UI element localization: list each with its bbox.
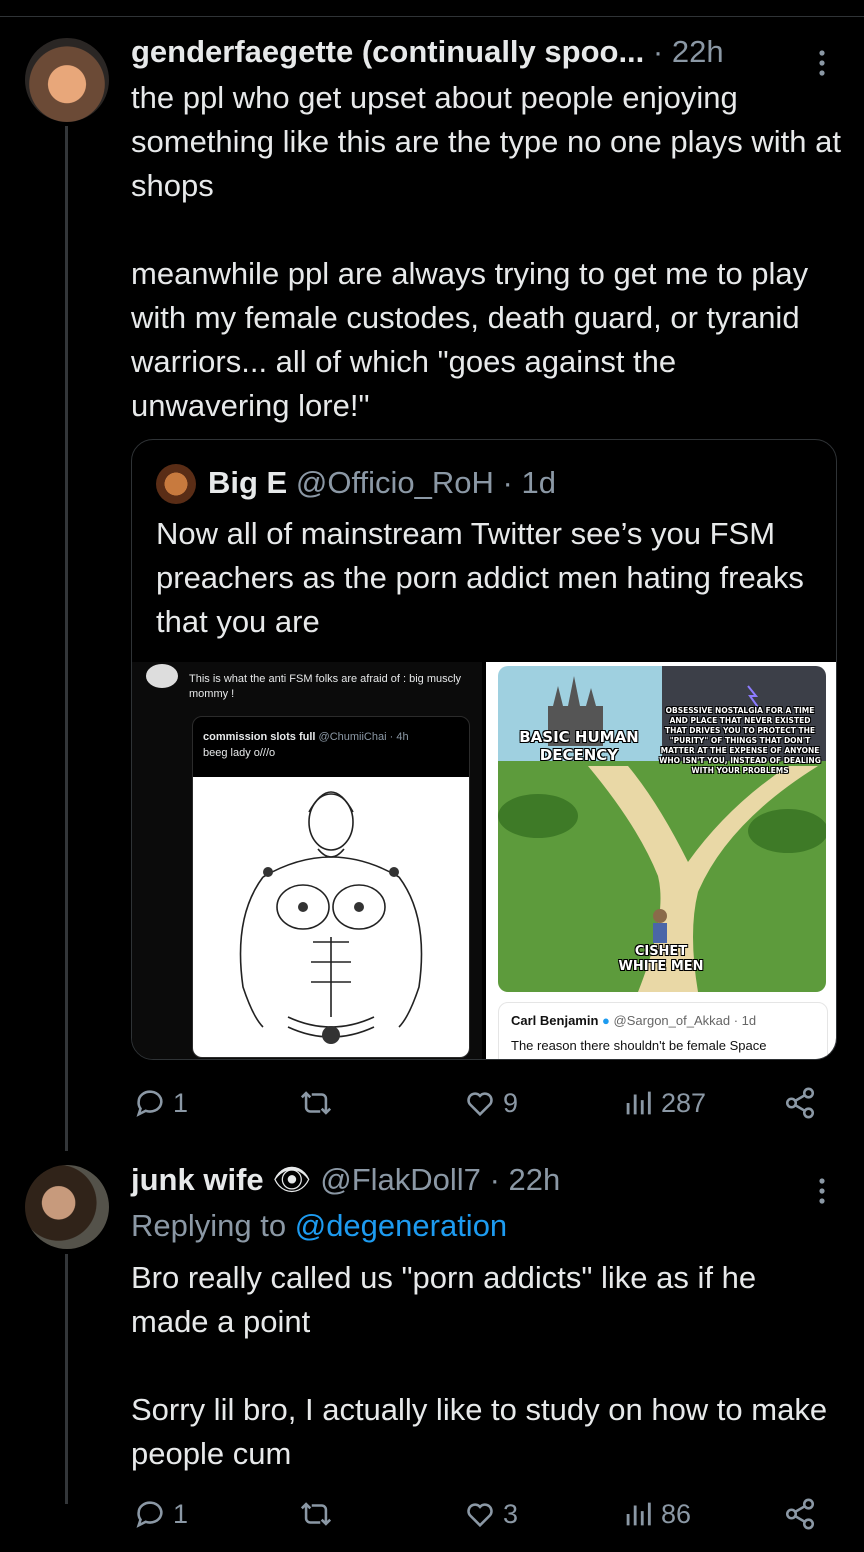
reply-count: 1 (173, 1087, 189, 1118)
replying-to-handle[interactable]: @degeneration (295, 1208, 507, 1243)
views-button[interactable]: 287 (621, 1086, 706, 1120)
embedded-tweet: commission slots full @ChumiiChai · 4h b… (192, 716, 470, 1058)
embedded-tweet-card: Carl Benjamin ● @Sargon_of_Akkad · 1d Th… (498, 1002, 828, 1059)
share-icon (785, 1087, 815, 1119)
replying-to: Replying to @degeneration (131, 1206, 507, 1246)
quoted-avatar (156, 464, 196, 504)
avatar[interactable] (25, 1165, 109, 1249)
post-header: junk wife 👁 @FlakDoll7 · 22h (131, 1160, 560, 1200)
like-count: 9 (503, 1087, 519, 1118)
card-handle: @Sargon_of_Akkad · 1d (613, 1013, 757, 1028)
like-button[interactable]: 3 (463, 1497, 518, 1531)
reply-count: 1 (173, 1498, 189, 1529)
meme-label-center: CISHET WHITE MEN (618, 944, 704, 974)
reply-button[interactable]: 1 (133, 1497, 188, 1531)
repost-icon (300, 1091, 332, 1115)
thread-connector (65, 126, 68, 1151)
embedded-name: commission slots full (203, 731, 316, 743)
post-actions: 1 9 287 (131, 1086, 821, 1126)
handle[interactable]: @FlakDoll7 (320, 1162, 481, 1197)
post-header: genderfaegette (continually spoo... · 22… (131, 32, 724, 72)
meme-label-left: BASIC HUMAN DECENCY (519, 728, 639, 764)
thread-connector (65, 1254, 68, 1504)
quoted-header: Big E @Officio_RoH · 1d (208, 461, 556, 505)
avatar[interactable] (25, 38, 109, 122)
timestamp[interactable]: · 22h (490, 1162, 561, 1197)
post-text: the ppl who get upset about people enjoy… (131, 80, 841, 423)
share-icon (785, 1498, 815, 1530)
quoted-post[interactable]: Big E @Officio_RoH · 1d Now all of mains… (131, 439, 837, 1060)
quoted-image-1[interactable]: This is what the anti FSM folks are afra… (132, 662, 482, 1059)
repost-button[interactable] (299, 1086, 333, 1120)
display-name[interactable]: junk wife (131, 1162, 264, 1197)
verified-icon: ● (602, 1013, 610, 1028)
reply-icon (136, 1090, 163, 1117)
embedded-tweet-header: commission slots full @ChumiiChai · 4h b… (203, 729, 463, 761)
sketch-drawing (193, 777, 469, 1057)
card-name: Carl Benjamin (511, 1013, 599, 1028)
more-options-icon[interactable] (812, 1176, 832, 1206)
views-icon (626, 1502, 651, 1526)
quoted-image-2[interactable]: BASIC HUMAN DECENCY OBSESSIVE NOSTALGIA … (486, 662, 836, 1059)
card-text: The reason there shouldn't be female Spa… (511, 1038, 767, 1053)
views-icon (626, 1091, 651, 1115)
mini-avatar (146, 664, 178, 688)
views-button[interactable]: 86 (621, 1497, 691, 1531)
card-header: Carl Benjamin ● @Sargon_of_Akkad · 1d (511, 1013, 756, 1028)
view-count: 86 (661, 1498, 692, 1529)
display-name[interactable]: genderfaegette (continually spoo... (131, 34, 644, 69)
view-count: 287 (661, 1087, 707, 1118)
post-text: Bro really called us "porn addicts" like… (131, 1260, 828, 1471)
quoted-timestamp: · 1d (502, 465, 556, 500)
heart-icon (467, 1092, 493, 1117)
meme-label-right: OBSESSIVE NOSTALGIA FOR A TIME AND PLACE… (659, 706, 821, 775)
embedded-handle: @ChumiiChai · 4h (318, 731, 409, 743)
reply-icon (136, 1501, 163, 1528)
image-caption: This is what the anti FSM folks are afra… (189, 673, 462, 700)
timestamp[interactable]: · 22h (653, 34, 724, 69)
like-count: 3 (503, 1498, 519, 1529)
emoji-icon: 👁 (272, 1162, 312, 1197)
reply-button[interactable]: 1 (133, 1086, 188, 1120)
share-button[interactable] (783, 1497, 817, 1531)
repost-button[interactable] (299, 1497, 333, 1531)
replying-prefix: Replying to (131, 1208, 287, 1243)
top-divider (0, 16, 864, 17)
more-options-icon[interactable] (812, 48, 832, 78)
crossroads-meme: BASIC HUMAN DECENCY OBSESSIVE NOSTALGIA … (498, 666, 826, 992)
quoted-handle: @Officio_RoH (295, 465, 494, 500)
quoted-display-name: Big E (208, 465, 288, 500)
repost-icon (300, 1502, 332, 1526)
share-button[interactable] (783, 1086, 817, 1120)
quoted-text: Now all of mainstream Twitter see’s you … (156, 516, 804, 639)
heart-icon (467, 1503, 493, 1528)
post-actions: 1 3 86 (131, 1497, 821, 1537)
embedded-text: beeg lady o///o (203, 747, 276, 759)
like-button[interactable]: 9 (463, 1086, 518, 1120)
